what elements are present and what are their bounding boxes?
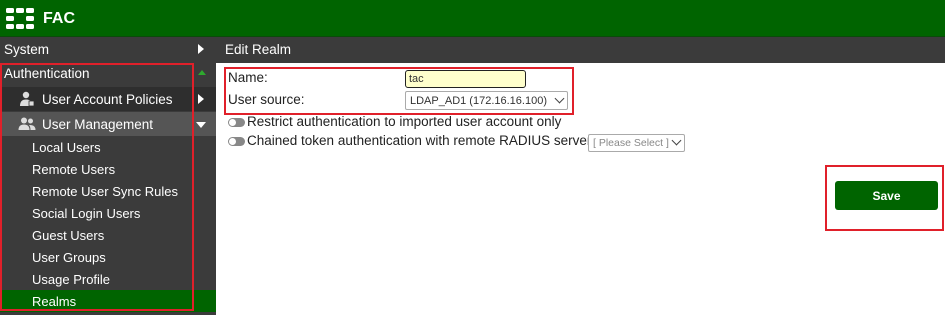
radius-server-select[interactable]: [ Please Select ]: [588, 134, 685, 152]
sidebar-item-label: Usage Profile: [32, 271, 111, 287]
sidebar-item-social-login-users[interactable]: Social Login Users: [0, 202, 216, 224]
sidebar-item-label: Realms: [32, 293, 77, 309]
sidebar: System Authentication User Account Polic…: [0, 37, 216, 315]
app-title: FAC: [43, 10, 75, 27]
sidebar-item-guest-users[interactable]: Guest Users: [0, 224, 216, 246]
chained-token-toggle[interactable]: [228, 137, 245, 146]
sidebar-item-user-management[interactable]: User Management: [0, 112, 216, 136]
chevron-right-icon: [198, 44, 204, 54]
sidebar-item-remote-users[interactable]: Remote Users: [0, 158, 216, 180]
sidebar-item-user-groups[interactable]: User Groups: [0, 246, 216, 268]
user-source-label: User source:: [228, 92, 305, 107]
save-button[interactable]: Save: [835, 181, 938, 210]
sidebar-item-local-users[interactable]: Local Users: [0, 136, 216, 158]
chevron-down-icon: [554, 93, 565, 103]
sidebar-section-label: Authentication: [4, 65, 90, 81]
restrict-auth-label: Restrict authentication to imported user…: [247, 114, 562, 129]
user-source-select[interactable]: LDAP_AD1 (172.16.16.100): [405, 91, 568, 110]
sidebar-section-system[interactable]: System: [0, 37, 216, 61]
name-label: Name:: [228, 70, 268, 85]
sidebar-item-label: User Management: [42, 116, 154, 132]
users-icon: [18, 116, 36, 132]
user-policy-icon: [18, 91, 36, 107]
sidebar-section-label: System: [4, 41, 50, 57]
sidebar-item-label: Local Users: [32, 139, 101, 155]
sidebar-item-label: Remote User Sync Rules: [32, 183, 178, 199]
chevron-right-icon: [198, 94, 204, 104]
radius-server-placeholder: [ Please Select ]: [593, 137, 669, 149]
sidebar-item-label: Remote Users: [32, 161, 116, 177]
page-title: Edit Realm: [216, 37, 945, 63]
chained-token-label: Chained token authentication with remote…: [247, 133, 592, 148]
sidebar-item-realms[interactable]: Realms: [0, 290, 216, 312]
fortinet-logo-icon[interactable]: [6, 8, 34, 29]
sidebar-item-label: User Groups: [32, 249, 106, 265]
chevron-down-icon: [196, 122, 206, 128]
user-source-value: LDAP_AD1 (172.16.16.100): [410, 94, 547, 107]
sidebar-item-label: User Account Policies: [42, 91, 173, 107]
top-bar: FAC: [0, 0, 945, 37]
restrict-auth-toggle[interactable]: [228, 118, 245, 127]
sidebar-item-user-account-policies[interactable]: User Account Policies: [0, 87, 216, 111]
sidebar-item-remote-user-sync-rules[interactable]: Remote User Sync Rules: [0, 180, 216, 202]
chevron-up-icon: [198, 70, 206, 75]
sidebar-item-label: Social Login Users: [32, 205, 141, 221]
name-field[interactable]: [405, 70, 526, 88]
sidebar-item-usage-profile[interactable]: Usage Profile: [0, 268, 216, 290]
sidebar-item-label: Guest Users: [32, 227, 105, 243]
main-content: Edit Realm Name: User source: LDAP_AD1 (…: [216, 37, 945, 315]
sidebar-section-authentication[interactable]: Authentication: [0, 61, 216, 85]
chevron-down-icon: [671, 135, 682, 146]
